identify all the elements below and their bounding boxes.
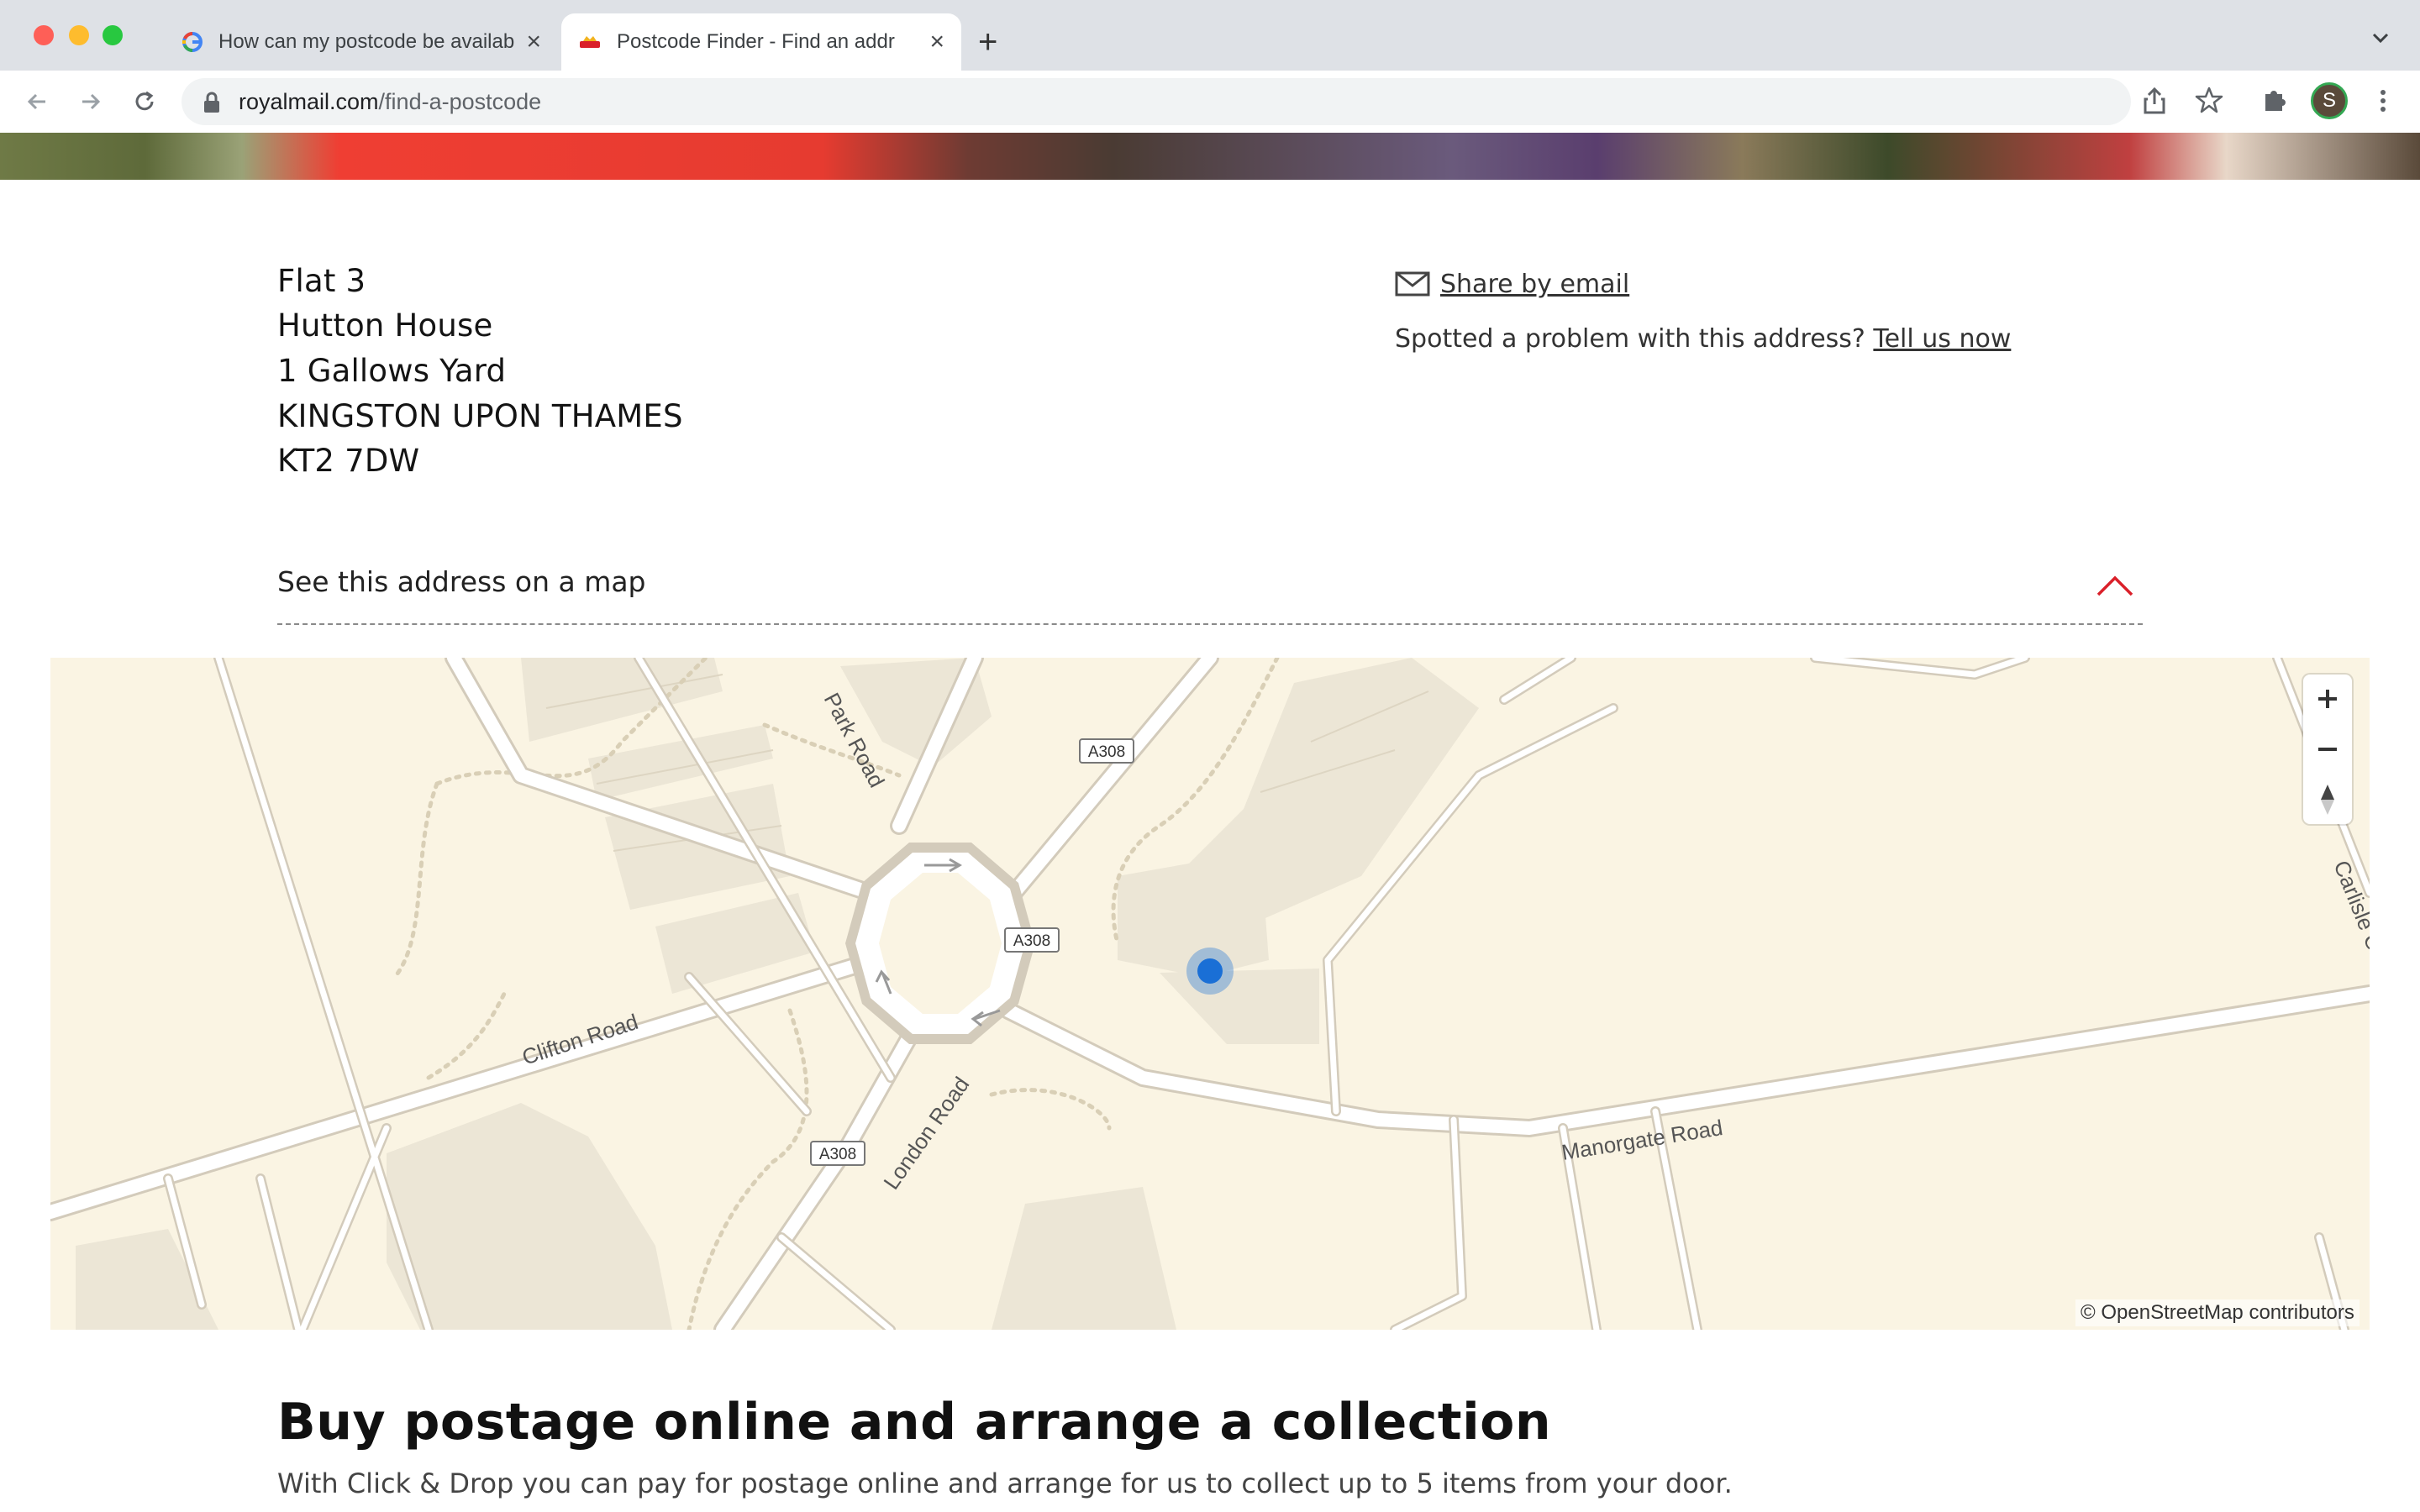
new-tab-button[interactable]: +	[978, 13, 1020, 71]
arrow-right-icon	[82, 93, 101, 110]
extensions-button[interactable]	[2260, 86, 2289, 114]
location-marker[interactable]	[1186, 948, 1234, 995]
chevron-up-icon	[2096, 575, 2133, 596]
bookmark-star-button[interactable]	[2195, 86, 2223, 114]
tab-search-chevron-icon[interactable]	[2368, 25, 2393, 50]
a308-shield-east: A308	[1004, 927, 1060, 953]
map-zoom-controls	[2303, 675, 2352, 824]
address-line-1: Flat 3	[277, 263, 366, 299]
share-icon	[2144, 87, 2165, 114]
share-page-button[interactable]	[2141, 86, 2168, 116]
reset-bearing-button[interactable]	[2303, 775, 2352, 824]
report-problem-prompt: Spotted a problem with this address?	[1395, 324, 1874, 354]
plus-icon	[2318, 690, 2337, 708]
share-by-email-link[interactable]: Share by email	[1395, 267, 1629, 301]
reload-icon	[135, 91, 154, 111]
map-section-heading[interactable]: See this address on a map	[277, 565, 646, 598]
minus-icon	[2318, 748, 2337, 751]
url-path: /find-a-postcode	[378, 89, 542, 114]
hero-image	[0, 133, 2420, 180]
lock-icon[interactable]	[202, 91, 222, 114]
report-problem-text: Spotted a problem with this address? Tel…	[1395, 324, 2011, 354]
close-tab-icon[interactable]: ×	[929, 28, 944, 56]
back-button[interactable]	[20, 85, 54, 118]
arrow-left-icon	[27, 93, 45, 110]
google-icon	[182, 32, 203, 52]
address-line-2: Hutton House	[277, 307, 493, 344]
envelope-icon	[1395, 271, 1430, 297]
a308-label: A308	[1088, 743, 1125, 761]
address-line-5: KT2 7DW	[277, 443, 420, 479]
map-attribution[interactable]: © OpenStreetMap contributors	[2075, 1299, 2360, 1326]
zoom-in-button[interactable]	[2303, 675, 2352, 723]
share-by-email-label: Share by email	[1440, 269, 1630, 299]
browser-tab-bar: How can my postcode be availab × Postcod…	[0, 0, 2420, 71]
tab-google-search[interactable]: How can my postcode be availab ×	[165, 13, 558, 71]
a308-label: A308	[1013, 932, 1050, 950]
close-window-button[interactable]	[34, 25, 54, 45]
url-text[interactable]: royalmail.com/find-a-postcode	[239, 87, 541, 117]
section-divider	[277, 623, 2143, 625]
a308-label: A308	[819, 1146, 856, 1163]
promo-body-text: With Click & Drop you can pay for postag…	[277, 1467, 1733, 1499]
profile-avatar[interactable]: S	[2311, 82, 2348, 119]
browser-menu-button[interactable]	[2375, 86, 2391, 116]
tell-us-now-link[interactable]: Tell us now	[1873, 324, 2011, 354]
a308-shield-south: A308	[810, 1141, 865, 1166]
forward-button[interactable]	[74, 85, 108, 118]
london-road-label: London Road	[878, 1072, 974, 1194]
star-icon	[2195, 87, 2223, 113]
tab-postcode-finder[interactable]: Postcode Finder - Find an addr ×	[561, 13, 961, 71]
tab-title: Postcode Finder - Find an addr	[617, 30, 895, 53]
collapse-map-button[interactable]	[2096, 573, 2134, 598]
map-canvas: Park Road Clifton Road London Road Manor…	[50, 658, 2370, 1330]
maximize-window-button[interactable]	[103, 25, 123, 45]
plus-icon: +	[978, 23, 998, 60]
close-tab-icon[interactable]: ×	[526, 28, 541, 56]
zoom-out-button[interactable]	[2303, 725, 2352, 774]
address-line-3: 1 Gallows Yard	[277, 353, 507, 389]
address-line-4: KINGSTON UPON THAMES	[277, 398, 683, 434]
url-host: royalmail.com	[239, 89, 379, 114]
minimize-window-button[interactable]	[69, 25, 89, 45]
tab-title: How can my postcode be availab	[218, 30, 515, 53]
a308-shield-north: A308	[1079, 738, 1134, 764]
royal-mail-icon	[580, 36, 600, 48]
puzzle-piece-icon	[2265, 91, 2286, 111]
profile-initial: S	[2322, 89, 2336, 112]
reload-button[interactable]	[128, 85, 161, 118]
promo-heading: Buy postage online and arrange a collect…	[277, 1393, 1552, 1452]
compass-icon	[2321, 785, 2334, 815]
more-vertical-icon	[2381, 90, 2386, 112]
address-map[interactable]: Park Road Clifton Road London Road Manor…	[50, 658, 2370, 1330]
